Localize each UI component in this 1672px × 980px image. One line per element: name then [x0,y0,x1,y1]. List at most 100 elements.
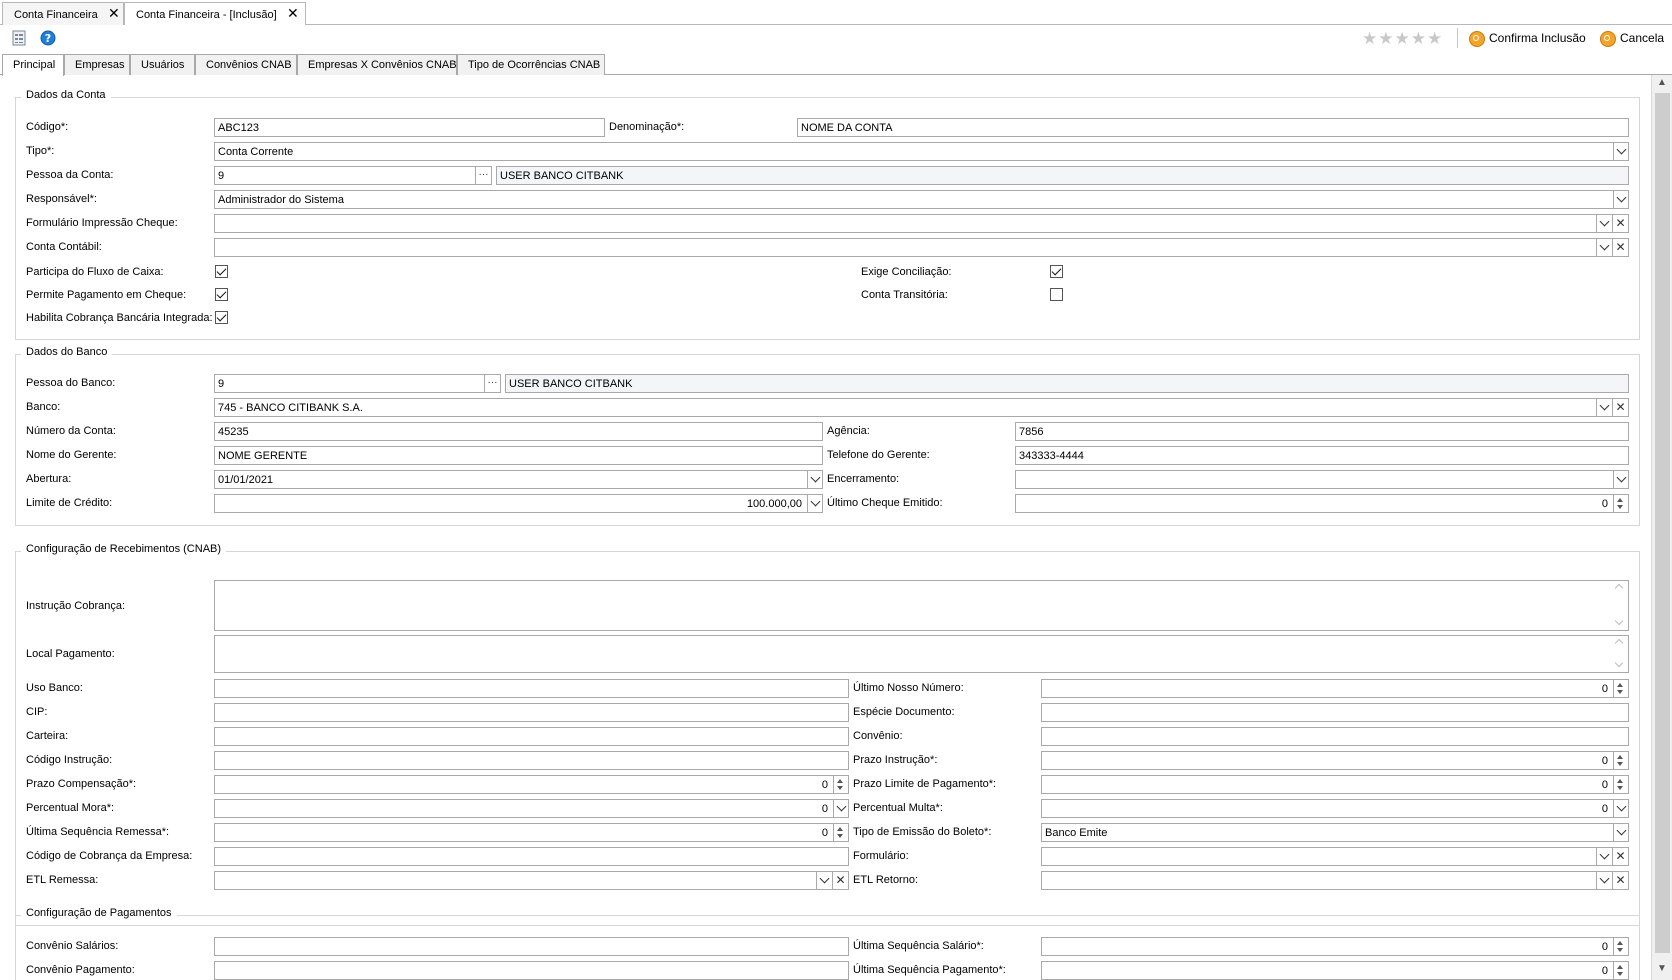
prazo-compensacao-spinner[interactable] [833,775,849,794]
encerramento-dropdown[interactable] [1613,470,1629,489]
conta-contabil-clear[interactable]: ✕ [1612,238,1629,257]
carteira-input[interactable] [214,727,849,746]
formulario-cheque-select[interactable] [214,214,1597,233]
responsavel-dropdown[interactable] [1613,190,1629,209]
prazo-instrucao-input[interactable]: 0 [1041,751,1614,770]
ultima-sequencia-remessa-input[interactable]: 0 [214,823,834,842]
scrollbar-thumb[interactable] [1655,93,1670,953]
formulario-clear[interactable]: ✕ [1612,847,1629,866]
convenio-pagamento-input[interactable] [214,961,849,980]
scroll-down-icon[interactable]: ▼ [1657,963,1667,974]
prazo-instrucao-label: Prazo Instrução*: [853,754,938,766]
responsavel-select[interactable]: Administrador do Sistema [214,190,1614,209]
textarea-scrollbar[interactable] [1612,581,1628,630]
help-icon[interactable]: ? [40,30,56,46]
banco-clear[interactable]: ✕ [1612,398,1629,417]
cancel-button[interactable]: Cancela [1600,30,1668,48]
scroll-up-icon[interactable]: ▲ [1657,77,1667,88]
confirm-inclusion-button[interactable]: Confirma Inclusão [1469,30,1589,48]
etl-retorno-dropdown[interactable] [1596,871,1613,890]
codigo-instrucao-input[interactable] [214,751,849,770]
encerramento-date-input[interactable] [1015,470,1614,489]
numero-conta-input[interactable]: 45235 [214,422,823,441]
limite-credito-dropdown[interactable] [807,494,823,513]
ultima-sequencia-pagamento-input[interactable]: 0 [1041,961,1614,980]
ultima-sequencia-salario-input[interactable]: 0 [1041,937,1614,956]
formulario-dropdown[interactable] [1596,847,1613,866]
ultima-sequencia-remessa-spinner[interactable] [833,823,849,842]
percentual-mora-dropdown[interactable] [833,799,849,818]
tipo-emissao-boleto-dropdown[interactable] [1613,823,1629,842]
textarea-scrollbar[interactable] [1612,636,1628,672]
etl-remessa-clear[interactable]: ✕ [832,871,849,890]
tab-usuarios[interactable]: Usuários [130,54,195,75]
agencia-input[interactable]: 7856 [1015,422,1629,441]
etl-remessa-dropdown[interactable] [816,871,833,890]
denominacao-input[interactable]: NOME DA CONTA [797,118,1629,137]
prazo-limite-input[interactable]: 0 [1041,775,1614,794]
pessoa-banco-lookup-button[interactable]: ··· [484,374,501,393]
formulario-cheque-dropdown[interactable] [1596,214,1613,233]
exige-conciliacao-checkbox[interactable] [1050,265,1063,278]
abertura-dropdown[interactable] [807,470,823,489]
ultimo-nosso-numero-spinner[interactable] [1613,679,1629,698]
formulario-cheque-clear[interactable]: ✕ [1612,214,1629,233]
telefone-gerente-input[interactable]: 343333-4444 [1015,446,1629,465]
percentual-multa-dropdown[interactable] [1613,799,1629,818]
etl-remessa-select[interactable] [214,871,817,890]
formulario-select[interactable] [1041,847,1597,866]
percentual-mora-input[interactable]: 0 [214,799,834,818]
instrucao-cobranca-textarea[interactable] [214,580,1629,631]
ultima-sequencia-pagamento-spinner[interactable] [1613,961,1629,980]
ultima-sequencia-salario-spinner[interactable] [1613,937,1629,956]
pessoa-conta-code-input[interactable]: 9 [214,166,476,185]
tipo-emissao-boleto-select[interactable]: Banco Emite [1041,823,1614,842]
report-icon[interactable] [11,30,27,46]
tipo-select[interactable]: Conta Corrente [214,142,1614,161]
tipo-dropdown[interactable] [1613,142,1629,161]
tab-principal[interactable]: Principal [2,54,64,76]
conta-transitoria-checkbox[interactable] [1050,288,1063,301]
pagamento-cheque-label: Permite Pagamento em Cheque: [26,289,187,301]
pagamento-cheque-checkbox[interactable] [215,288,228,301]
tab-convenios-cnab[interactable]: Convênios CNAB [195,54,297,75]
prazo-instrucao-spinner[interactable] [1613,751,1629,770]
vertical-scrollbar[interactable]: ▲ ▼ [1651,75,1672,980]
close-icon[interactable]: ✕ [287,6,299,20]
doc-tab-conta-financeira[interactable]: Conta Financeira ✕ [2,2,124,26]
codigo-input[interactable]: ABC123 [214,118,605,137]
cip-input[interactable] [214,703,849,722]
conta-contabil-select[interactable] [214,238,1597,257]
banco-dropdown[interactable] [1596,398,1613,417]
etl-retorno-clear[interactable]: ✕ [1612,871,1629,890]
percentual-multa-input[interactable]: 0 [1041,799,1614,818]
etl-retorno-label: ETL Retorno: [853,874,919,886]
tab-empresas[interactable]: Empresas [64,54,130,75]
convenio-input[interactable] [1041,727,1629,746]
doc-tab-conta-financeira-inclusao[interactable]: Conta Financeira - [Inclusão] ✕ [124,2,306,26]
pessoa-conta-lookup-button[interactable]: ··· [475,166,492,185]
nome-gerente-input[interactable]: NOME GERENTE [214,446,823,465]
cobranca-integrada-checkbox[interactable] [215,311,228,324]
tab-tipo-ocorrencias-cnab[interactable]: Tipo de Ocorrências CNAB [457,54,605,75]
limite-credito-input[interactable]: 100.000,00 [214,494,808,513]
ultimo-nosso-numero-input[interactable]: 0 [1041,679,1614,698]
uso-banco-input[interactable] [214,679,849,698]
tab-empresas-x-convenios-cnab[interactable]: Empresas X Convênios CNAB [297,54,457,75]
abertura-date-input[interactable]: 01/01/2021 [214,470,808,489]
ultimo-cheque-spinner[interactable] [1613,494,1629,513]
etl-retorno-select[interactable] [1041,871,1597,890]
pessoa-banco-code-input[interactable]: 9 [214,374,485,393]
rating-stars[interactable]: ★★★★★ [1362,30,1443,48]
close-icon[interactable]: ✕ [108,6,120,20]
banco-select[interactable]: 745 - BANCO CITIBANK S.A. [214,398,1597,417]
conta-contabil-dropdown[interactable] [1596,238,1613,257]
local-pagamento-textarea[interactable] [214,635,1629,673]
codigo-cobranca-empresa-input[interactable] [214,847,849,866]
fluxo-caixa-checkbox[interactable] [215,265,228,278]
especie-documento-input[interactable] [1041,703,1629,722]
convenio-salarios-input[interactable] [214,937,849,956]
prazo-limite-spinner[interactable] [1613,775,1629,794]
ultimo-cheque-input[interactable]: 0 [1015,494,1614,513]
prazo-compensacao-input[interactable]: 0 [214,775,834,794]
